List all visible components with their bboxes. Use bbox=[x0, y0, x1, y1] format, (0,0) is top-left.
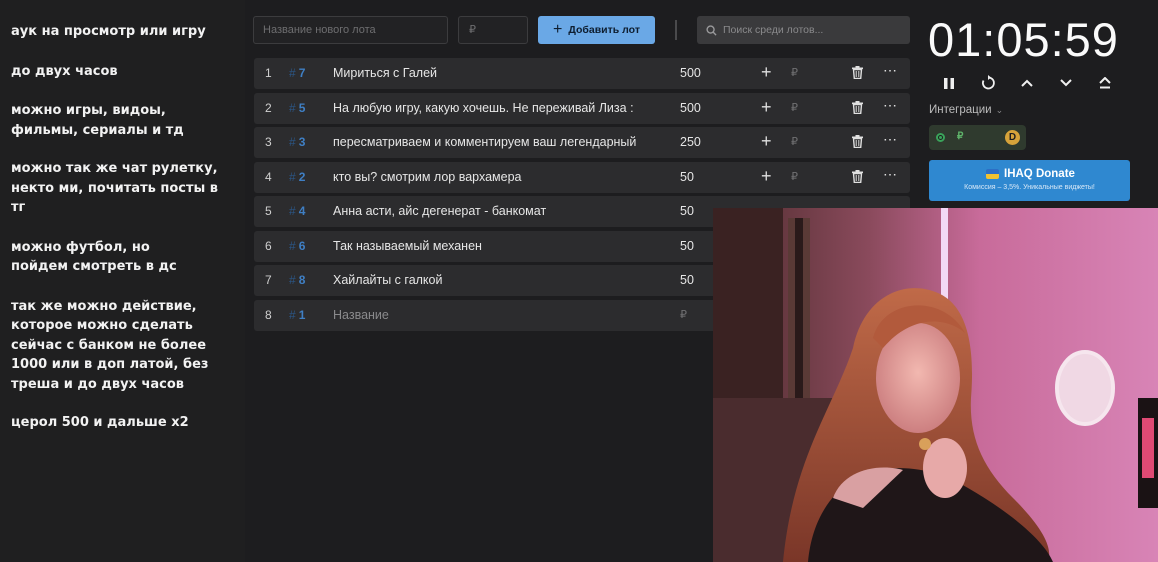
add-amount-currency[interactable]: ₽ bbox=[791, 170, 798, 183]
lot-id: #4 bbox=[289, 204, 306, 218]
trash-icon[interactable] bbox=[852, 135, 863, 151]
lot-row[interactable]: 2 #5 На любую игру, какую хочешь. Не переж… bbox=[254, 92, 910, 124]
ihaq-donate-button[interactable]: IHAQ Donate Комиссия – 3,5%. Уникальные … bbox=[929, 160, 1130, 201]
note-item: так же можно действие, которое можно сде… bbox=[11, 298, 209, 392]
add-lot-button[interactable]: + Добавить лот bbox=[538, 16, 655, 44]
add-amount-currency[interactable]: ₽ bbox=[791, 66, 798, 79]
chevron-down-icon[interactable] bbox=[1057, 74, 1075, 92]
lot-row[interactable]: 4 #2 кто вы? смотрим лор вархамера 50 + ₽ ⋯ bbox=[254, 161, 910, 193]
add-amount-currency[interactable]: ₽ bbox=[791, 135, 798, 148]
integration-toggle[interactable]: ₽ D bbox=[929, 125, 1026, 150]
integrations-label: Интеграции bbox=[929, 104, 992, 116]
add-amount-plus-icon[interactable]: + bbox=[761, 166, 772, 187]
add-amount-plus-icon[interactable]: + bbox=[761, 97, 772, 118]
more-icon[interactable]: ⋯ bbox=[883, 131, 898, 148]
timer-panel: 01:05:59 Интеграции ⌄ ₽ D IHAQ Donate Ком… bbox=[918, 0, 1158, 208]
reset-icon[interactable] bbox=[979, 74, 997, 92]
integration-currency: ₽ bbox=[957, 131, 964, 142]
lot-id: #6 bbox=[289, 238, 306, 253]
note-item: до двух часов bbox=[11, 63, 118, 79]
lot-title[interactable]: Так называемый механен bbox=[333, 239, 665, 253]
pause-icon[interactable] bbox=[940, 74, 958, 92]
lot-title[interactable]: кто вы? смотрим лор вархамера bbox=[333, 170, 665, 184]
lot-title[interactable]: Название bbox=[333, 308, 665, 322]
lot-id: #1 bbox=[289, 307, 306, 322]
lot-index: 2 bbox=[265, 100, 272, 115]
search-input[interactable] bbox=[723, 24, 903, 36]
lot-title[interactable]: Хайлайты с галкой bbox=[333, 273, 665, 287]
lot-id: #8 bbox=[289, 273, 306, 287]
lot-amount: 50 bbox=[680, 169, 694, 184]
lot-row[interactable]: 3 #3 пересматриваем и комментируем ваш лег… bbox=[254, 127, 910, 158]
lot-amount: 50 bbox=[680, 273, 694, 287]
timer-controls bbox=[940, 74, 1114, 92]
lot-id: #7 bbox=[289, 66, 306, 80]
trash-icon[interactable] bbox=[852, 169, 863, 186]
lot-index: 7 bbox=[265, 273, 272, 287]
timer-display: 01:05:59 bbox=[928, 13, 1119, 66]
lot-id: #2 bbox=[289, 169, 306, 184]
note-item: можно игры, видоы, фильмы, сериалы и тд bbox=[11, 103, 184, 138]
more-icon[interactable]: ⋯ bbox=[883, 97, 898, 114]
webcam-feed bbox=[713, 208, 1158, 562]
lot-id: #5 bbox=[289, 100, 306, 115]
donate-subtitle: Комиссия – 3,5%. Уникальные виджеты! bbox=[964, 184, 1095, 191]
lot-name-input[interactable] bbox=[253, 16, 448, 44]
note-item: церол 500 и дальше х2 bbox=[11, 415, 189, 430]
webcam-image bbox=[713, 208, 1158, 562]
chevron-up-icon[interactable] bbox=[1018, 74, 1036, 92]
lot-amount: 500 bbox=[680, 66, 701, 80]
lot-amount: 250 bbox=[680, 135, 701, 149]
lot-title[interactable]: Анна асти, айс дегенерат - банкомат bbox=[333, 204, 665, 218]
search-icon bbox=[706, 24, 717, 36]
plus-icon: + bbox=[553, 21, 563, 38]
more-icon[interactable]: ⋯ bbox=[883, 62, 898, 79]
add-amount-plus-icon[interactable]: + bbox=[761, 62, 772, 83]
lot-amount: 500 bbox=[680, 100, 701, 115]
note-item: аук на просмотр или игру bbox=[11, 24, 206, 39]
note-item: можно футбол, но пойдем смотреть в дс bbox=[11, 239, 177, 275]
lot-index: 8 bbox=[265, 307, 272, 322]
notes-panel: аук на просмотр или игру до двух часов м… bbox=[0, 0, 245, 562]
trash-icon[interactable] bbox=[852, 66, 863, 82]
lot-index: 6 bbox=[265, 238, 272, 253]
lot-amount: 50 bbox=[680, 204, 694, 218]
lot-amount: 50 bbox=[680, 238, 694, 253]
lot-id: #3 bbox=[289, 135, 306, 149]
donate-title: IHAQ Donate bbox=[1004, 168, 1075, 180]
lot-index: 4 bbox=[265, 169, 272, 184]
lot-title[interactable]: пересматриваем и комментируем ваш легенд… bbox=[333, 135, 665, 149]
more-icon[interactable]: ⋯ bbox=[883, 166, 898, 183]
add-lot-label: Добавить лот bbox=[568, 24, 640, 36]
lot-title[interactable]: На любую игру, какую хочешь. Не пережива… bbox=[333, 101, 665, 115]
flag-icon bbox=[986, 169, 999, 179]
double-chevron-up-icon[interactable] bbox=[1096, 74, 1114, 92]
add-amount-currency[interactable]: ₽ bbox=[791, 101, 798, 114]
lot-index: 1 bbox=[265, 66, 272, 80]
trash-icon[interactable] bbox=[852, 100, 863, 117]
add-amount-plus-icon[interactable]: + bbox=[761, 131, 772, 152]
search-box[interactable] bbox=[697, 16, 910, 44]
status-on-icon bbox=[936, 133, 945, 142]
lot-index: 3 bbox=[265, 135, 272, 149]
lot-row[interactable]: 1 #7 Мириться с Галей 500 + ₽ ⋯ bbox=[254, 58, 910, 89]
note-item: можно так же чат рулетку, некто ми, почи… bbox=[11, 161, 219, 215]
chevron-down-icon: ⌄ bbox=[995, 105, 1004, 115]
lot-title[interactable]: Мириться с Галей bbox=[333, 66, 665, 80]
donationalerts-logo-icon: D bbox=[1005, 130, 1020, 145]
lot-index: 5 bbox=[265, 204, 272, 218]
lot-amount-input[interactable] bbox=[458, 16, 528, 44]
toolbar-divider bbox=[675, 20, 677, 40]
integrations-dropdown[interactable]: Интеграции ⌄ bbox=[929, 104, 1003, 116]
lot-amount-currency[interactable]: ₽ bbox=[680, 308, 687, 321]
